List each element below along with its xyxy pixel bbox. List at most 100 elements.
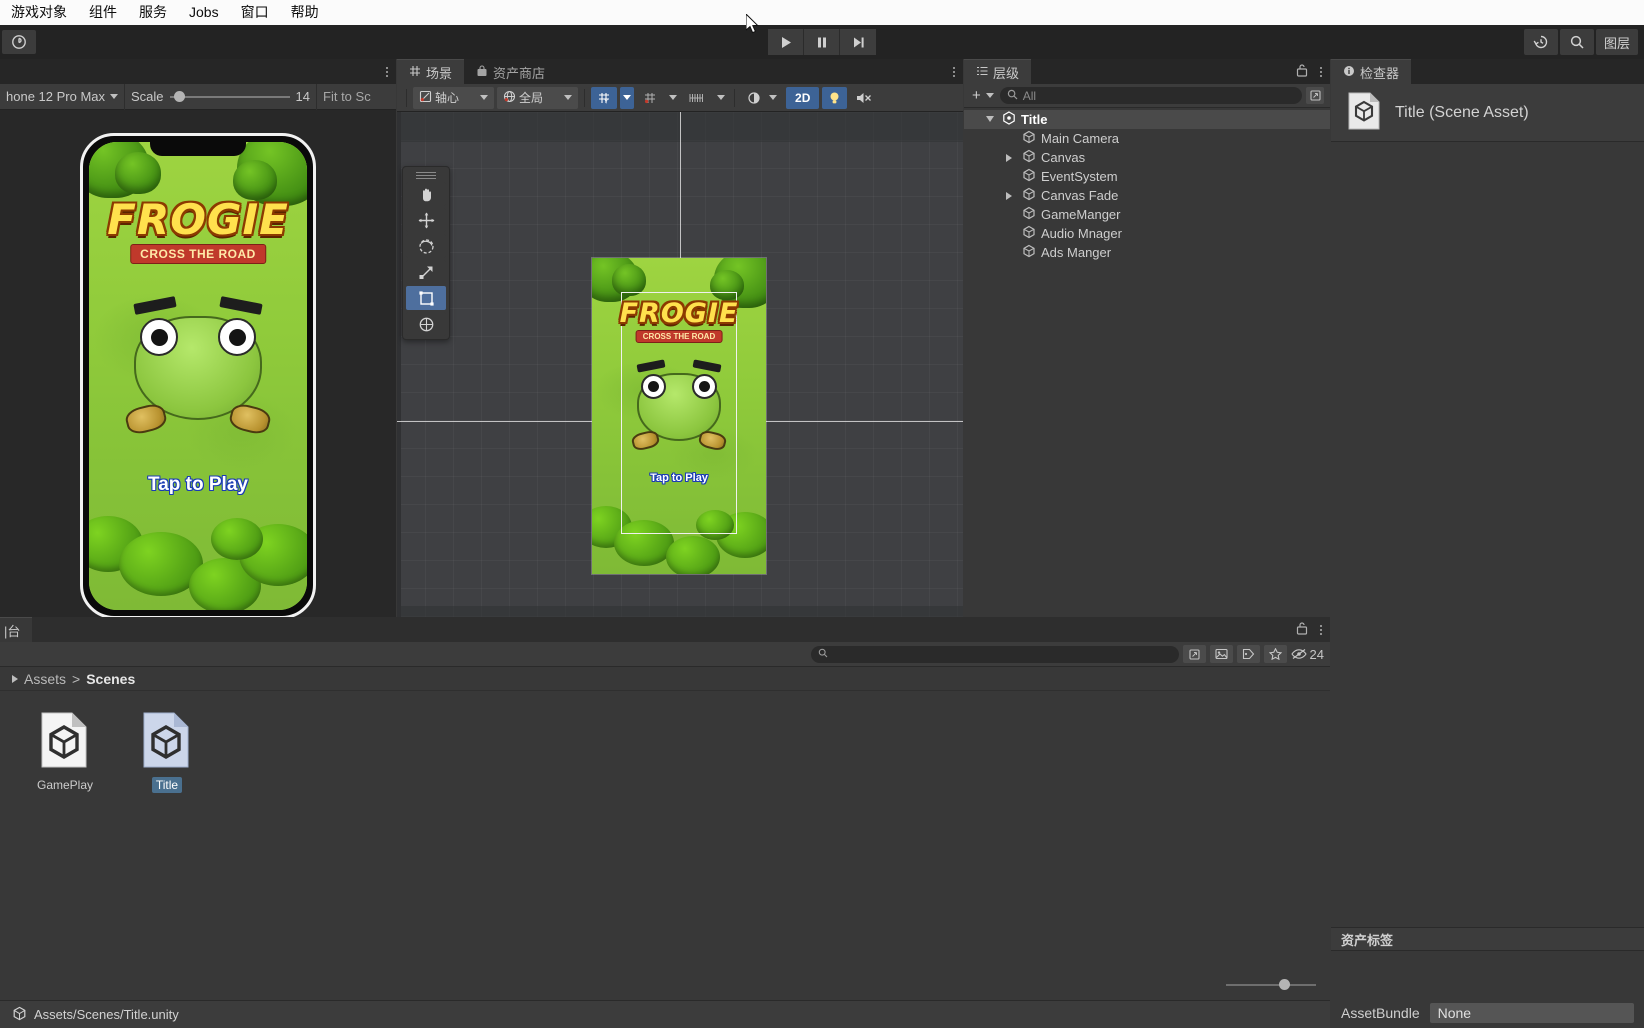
tab-hierarchy[interactable]: 层级	[964, 59, 1032, 84]
rect-tool[interactable]	[406, 286, 446, 310]
device-dropdown[interactable]: hone 12 Pro Max	[0, 83, 126, 110]
favorites-icon[interactable]	[1263, 645, 1287, 663]
tab-asset-store[interactable]: 资产商店	[464, 59, 558, 84]
layers-dropdown[interactable]: 图层	[1595, 29, 1638, 55]
hierarchy-row-audio-mnager[interactable]: Audio Mnager	[964, 224, 1330, 243]
menu-jobs[interactable]: Jobs	[186, 0, 222, 25]
menu-help[interactable]: 帮助	[288, 0, 322, 25]
project-asset-grid[interactable]: GamePlay Title	[0, 691, 1330, 793]
lock-icon[interactable]	[1296, 621, 1308, 638]
menu-gameobject[interactable]: 游戏对象	[8, 0, 70, 25]
project-search-options-icon[interactable]	[1182, 645, 1206, 663]
hierarchy-icon	[976, 65, 988, 80]
menu-window[interactable]: 窗口	[238, 0, 272, 25]
move-tool[interactable]	[406, 208, 446, 232]
chevron-right-icon[interactable]	[1006, 192, 1012, 200]
hand-tool[interactable]	[406, 182, 446, 206]
hierarchy-row-canvas[interactable]: Canvas	[964, 148, 1330, 167]
tab-inspector[interactable]: 检查器	[1331, 59, 1412, 84]
history-icon[interactable]	[1523, 29, 1558, 55]
project-item-gameplay[interactable]: GamePlay	[26, 709, 104, 793]
shading-mode-dropdown[interactable]	[741, 86, 784, 109]
step-button[interactable]	[840, 29, 876, 55]
tab-scene-label: 场景	[426, 65, 453, 81]
tab-project[interactable]: |台	[0, 617, 33, 642]
overlay-drag-handle[interactable]	[406, 170, 446, 180]
light-icon[interactable]	[822, 86, 848, 109]
inspector-asset-title: Title (Scene Asset)	[1395, 103, 1529, 121]
project-search-input[interactable]	[810, 645, 1179, 663]
grid-icon	[409, 65, 421, 80]
hierarchy-menu-icon[interactable]	[1316, 66, 1326, 77]
filter-by-label-icon[interactable]	[1236, 645, 1260, 663]
scene-tap-to-play-label: Tap to Play	[650, 472, 708, 484]
scale-slider[interactable]	[169, 91, 290, 102]
filter-by-type-icon[interactable]	[1209, 645, 1233, 663]
grid-visibility-dropdown[interactable]	[666, 86, 681, 109]
hierarchy-row-gamemanger[interactable]: GameManger	[964, 205, 1330, 224]
scene-frog-character	[627, 358, 731, 453]
frog-brow-right	[219, 296, 263, 315]
play-button[interactable]	[768, 29, 804, 55]
hierarchy-search-placeholder: All	[1022, 88, 1037, 103]
project-zoom-slider[interactable]	[1226, 979, 1316, 990]
hierarchy-item-label: EventSystem	[1041, 169, 1118, 184]
game-view-canvas[interactable]: FROGIE CROSS THE ROAD Tap to Play	[0, 110, 396, 642]
tab-scene[interactable]: 场景	[397, 59, 465, 84]
unity-scene-icon	[12, 1006, 27, 1024]
chevron-right-icon[interactable]	[12, 674, 18, 683]
main-toolbar: 图层	[0, 25, 1644, 59]
search-icon[interactable]	[1559, 29, 1594, 55]
hierarchy-row-canvas-fade[interactable]: Canvas Fade	[964, 186, 1330, 205]
hierarchy-tree[interactable]: Title Main Camera Canvas EventSystem Can…	[964, 108, 1330, 262]
unity-cloud-icon[interactable]	[2, 30, 36, 54]
hierarchy-row-ads-manger[interactable]: Ads Manger	[964, 243, 1330, 262]
pause-button[interactable]	[804, 29, 840, 55]
hierarchy-search-input[interactable]: All	[999, 87, 1302, 104]
hierarchy-row-title-scene[interactable]: Title	[964, 110, 1330, 129]
breadcrumb-scenes[interactable]: Scenes	[86, 671, 135, 687]
chevron-down-icon[interactable]	[986, 116, 994, 122]
scene-view-canvas[interactable]: FROGIE CROSS THE ROAD Tap to Play	[397, 112, 963, 642]
project-item-title[interactable]: Title	[128, 709, 206, 793]
asset-labels-content[interactable]	[1331, 951, 1644, 993]
lock-icon[interactable]	[1296, 63, 1308, 80]
hierarchy-row-main-camera[interactable]: Main Camera	[964, 129, 1330, 148]
rotate-tool[interactable]	[406, 234, 446, 258]
assetbundle-dropdown[interactable]: None	[1429, 1003, 1634, 1023]
game-screen: FROGIE CROSS THE ROAD Tap to Play	[89, 142, 307, 610]
breadcrumb-assets[interactable]: Assets	[24, 671, 66, 687]
scale-control[interactable]: Scale 14	[125, 83, 318, 110]
space-dropdown[interactable]: 全局	[497, 86, 579, 109]
scale-slider-knob[interactable]	[173, 91, 185, 102]
transform-tool[interactable]	[406, 312, 446, 336]
hierarchy-row-eventsystem[interactable]: EventSystem	[964, 167, 1330, 186]
audio-mute-icon[interactable]	[850, 86, 879, 109]
toggle-2d-button[interactable]: 2D	[786, 86, 820, 109]
frog-brow-left	[133, 296, 177, 315]
scene-dark-region	[397, 112, 401, 642]
status-bar: Assets/Scenes/Title.unity	[0, 1000, 1330, 1028]
menu-component[interactable]: 组件	[86, 0, 120, 25]
project-menu-icon[interactable]	[1316, 624, 1326, 635]
ruler-dropdown[interactable]	[714, 86, 729, 109]
game-view-menu-icon[interactable]	[382, 66, 392, 77]
add-gameobject-button[interactable]: +	[970, 87, 996, 104]
hierarchy-search-options-icon[interactable]	[1306, 87, 1324, 104]
status-path: Assets/Scenes/Title.unity	[34, 1007, 179, 1022]
ruler-icon[interactable]	[683, 86, 712, 109]
chevron-down-icon	[623, 95, 632, 100]
bush-decoration	[211, 518, 263, 560]
snap-grid-icon[interactable]: Y	[591, 86, 618, 109]
scene-view-menu-icon[interactable]	[949, 66, 959, 77]
hidden-items-count[interactable]: 24	[1290, 647, 1324, 662]
toolbar-divider	[406, 88, 407, 107]
snap-grid-dropdown[interactable]	[620, 86, 635, 109]
pivot-dropdown[interactable]: 轴心	[413, 86, 495, 109]
project-zoom-knob[interactable]	[1279, 979, 1290, 990]
menu-services[interactable]: 服务	[136, 0, 170, 25]
grid-visibility-icon[interactable]	[637, 86, 664, 109]
scale-tool[interactable]	[406, 260, 446, 284]
fit-to-screen-button[interactable]: Fit to Sc	[317, 84, 377, 110]
chevron-right-icon[interactable]	[1006, 154, 1012, 162]
